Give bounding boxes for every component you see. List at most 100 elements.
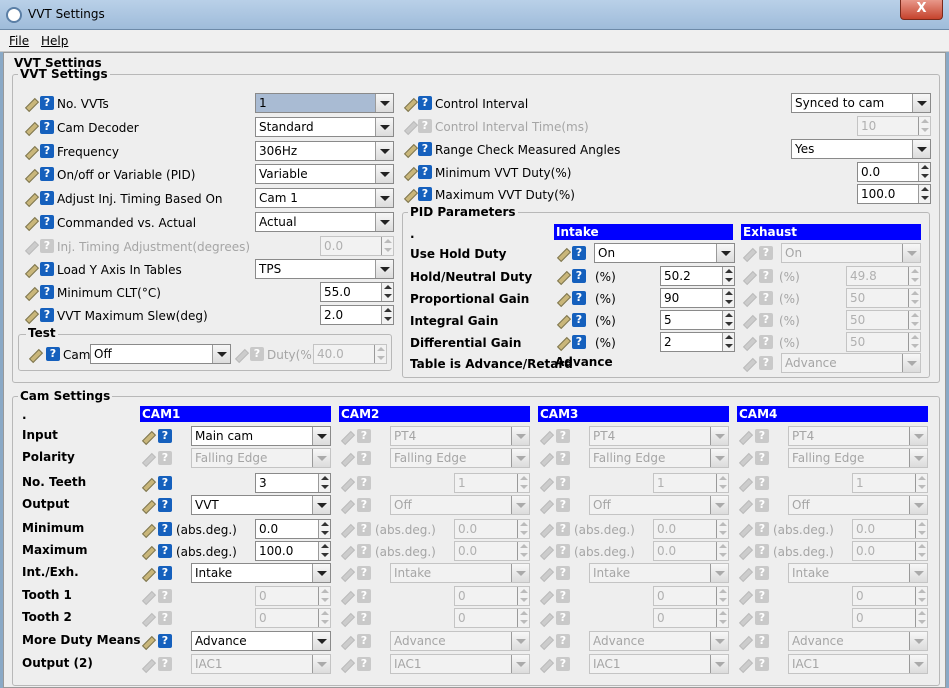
- help-icon: ?: [357, 498, 371, 512]
- cam-more-select[interactable]: Advance: [191, 631, 331, 651]
- spinner-arrows-icon: [381, 237, 393, 255]
- pencil-icon: [539, 429, 552, 442]
- vvt-left-spinner[interactable]: 2.0: [320, 305, 394, 325]
- pencil-icon[interactable]: [141, 634, 154, 647]
- pencil-icon[interactable]: [24, 191, 37, 204]
- close-button[interactable]: X: [900, 0, 943, 20]
- pencil-icon[interactable]: [403, 165, 416, 178]
- pencil-icon[interactable]: [24, 285, 37, 298]
- test-cam-select[interactable]: Off: [90, 344, 231, 364]
- cam-output-select[interactable]: VVT: [191, 495, 331, 515]
- cam-teeth-spinner[interactable]: 3: [255, 473, 331, 493]
- pencil-icon[interactable]: [24, 262, 37, 275]
- pencil-icon[interactable]: [556, 313, 569, 326]
- pencil-icon[interactable]: [556, 269, 569, 282]
- vvt-left-select[interactable]: Variable: [255, 164, 394, 184]
- vvt-right-select[interactable]: Yes: [791, 139, 931, 159]
- pencil-icon[interactable]: [141, 544, 154, 557]
- vvt-left-select[interactable]: TPS: [255, 259, 394, 279]
- pid-intake-spinner[interactable]: 5: [660, 310, 735, 330]
- pid-intake-spinner[interactable]: 90: [660, 288, 735, 308]
- spinner-arrows-icon: [915, 520, 927, 538]
- cam-intexh-select: Intake: [788, 563, 928, 583]
- help-icon[interactable]: ?: [418, 142, 432, 156]
- cam-max-spinner[interactable]: 100.0: [255, 541, 331, 561]
- help-icon[interactable]: ?: [40, 215, 54, 229]
- pid-dot: .: [410, 227, 415, 241]
- spinner-arrows-icon: [908, 289, 920, 307]
- pencil-icon[interactable]: [24, 215, 37, 228]
- help-icon[interactable]: ?: [158, 634, 172, 648]
- cam-intexh-select[interactable]: Intake: [191, 563, 331, 583]
- help-icon[interactable]: ?: [158, 522, 172, 536]
- help-icon[interactable]: ?: [158, 476, 172, 490]
- vvt-left-select[interactable]: 306Hz: [255, 141, 394, 161]
- pencil-icon: [403, 119, 416, 132]
- pid-intake-spinner[interactable]: 50.2: [660, 266, 735, 286]
- help-icon[interactable]: ?: [40, 120, 54, 134]
- vvt-left-spinner[interactable]: 55.0: [320, 282, 394, 302]
- help-icon[interactable]: ?: [418, 187, 432, 201]
- cam-input-select[interactable]: Main cam: [191, 426, 331, 446]
- cam-min-spinner[interactable]: 0.0: [255, 519, 331, 539]
- menu-file[interactable]: File: [9, 34, 29, 48]
- help-icon[interactable]: ?: [418, 96, 432, 110]
- chevron-down-icon: [710, 632, 728, 650]
- pencil-icon[interactable]: [28, 347, 41, 360]
- help-icon[interactable]: ?: [40, 96, 54, 110]
- help-icon[interactable]: ?: [418, 165, 432, 179]
- help-icon[interactable]: ?: [158, 566, 172, 580]
- vvt-right-spinner[interactable]: 100.0: [857, 184, 931, 204]
- pencil-icon[interactable]: [141, 498, 154, 511]
- pencil-icon[interactable]: [403, 96, 416, 109]
- pencil-icon[interactable]: [24, 167, 37, 180]
- pencil-icon: [539, 522, 552, 535]
- help-icon[interactable]: ?: [572, 269, 586, 283]
- pencil-icon[interactable]: [24, 120, 37, 133]
- pencil-icon[interactable]: [403, 187, 416, 200]
- pencil-icon: [340, 589, 353, 602]
- vvt-right-select[interactable]: Synced to cam: [791, 93, 931, 113]
- cam-tooth2-spinner: 0: [255, 608, 331, 628]
- vvt-left-select[interactable]: Cam 1: [255, 188, 394, 208]
- help-icon[interactable]: ?: [572, 313, 586, 327]
- pencil-icon[interactable]: [24, 144, 37, 157]
- pencil-icon[interactable]: [141, 566, 154, 579]
- help-icon[interactable]: ?: [158, 544, 172, 558]
- help-icon[interactable]: ?: [158, 429, 172, 443]
- pencil-icon[interactable]: [141, 429, 154, 442]
- help-icon[interactable]: ?: [572, 246, 586, 260]
- help-icon[interactable]: ?: [40, 167, 54, 181]
- cam-row-label: Input: [22, 428, 58, 442]
- vvt-left-select[interactable]: Actual: [255, 212, 394, 232]
- spinner-arrows-icon: [517, 520, 529, 538]
- help-icon[interactable]: ?: [40, 144, 54, 158]
- cam-row-label: Polarity: [22, 450, 75, 464]
- vvt-left-select[interactable]: 1: [255, 93, 394, 113]
- pencil-icon[interactable]: [403, 142, 416, 155]
- help-icon: ?: [556, 476, 570, 490]
- help-icon[interactable]: ?: [40, 191, 54, 205]
- help-icon[interactable]: ?: [572, 335, 586, 349]
- menu-help[interactable]: Help: [41, 34, 68, 48]
- chevron-down-icon: [710, 655, 728, 673]
- pencil-icon[interactable]: [141, 476, 154, 489]
- help-icon[interactable]: ?: [158, 498, 172, 512]
- pid-intake-spinner[interactable]: 2: [660, 332, 735, 352]
- pencil-icon[interactable]: [556, 246, 569, 259]
- spinner-arrows-icon: [517, 542, 529, 560]
- pid-unit: (%): [595, 314, 616, 328]
- help-icon[interactable]: ?: [40, 285, 54, 299]
- pencil-icon[interactable]: [556, 291, 569, 304]
- help-icon[interactable]: ?: [46, 347, 60, 361]
- help-icon[interactable]: ?: [40, 308, 54, 322]
- vvt-right-spinner[interactable]: 0.0: [857, 162, 931, 182]
- help-icon[interactable]: ?: [40, 262, 54, 276]
- vvt-left-select[interactable]: Standard: [255, 117, 394, 137]
- pencil-icon[interactable]: [24, 96, 37, 109]
- help-icon[interactable]: ?: [572, 291, 586, 305]
- pencil-icon[interactable]: [556, 335, 569, 348]
- pid-intake-select[interactable]: On: [594, 243, 735, 263]
- pencil-icon[interactable]: [141, 522, 154, 535]
- pencil-icon[interactable]: [24, 308, 37, 321]
